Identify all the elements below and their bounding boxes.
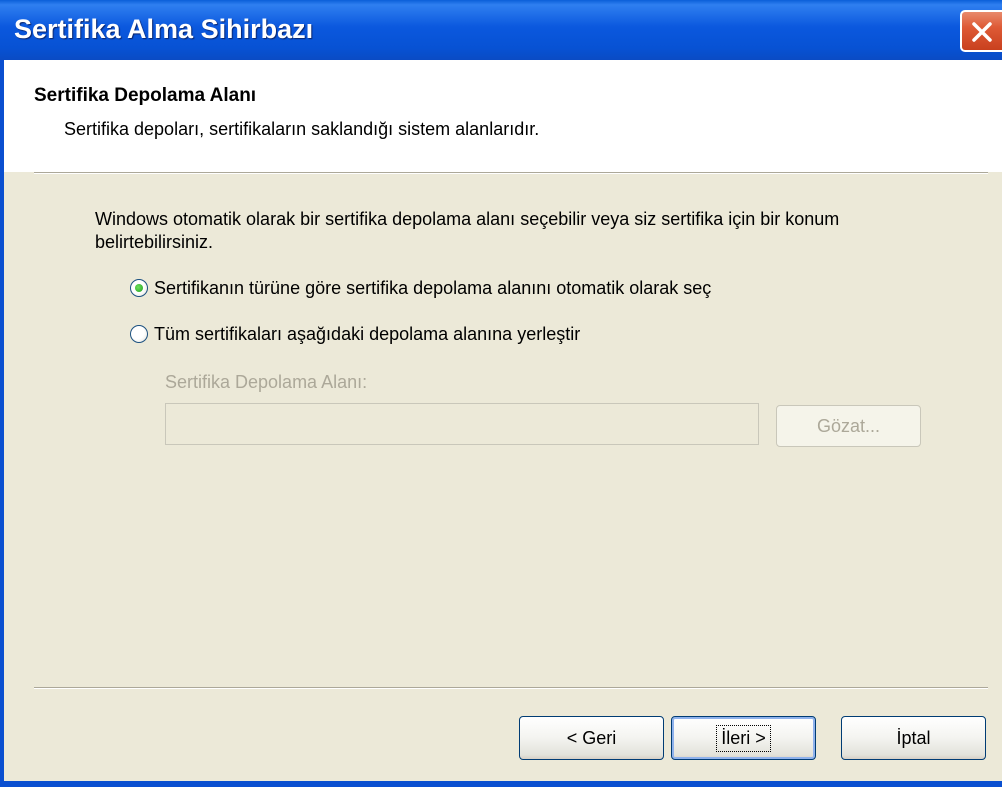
title-bar[interactable]: Sertifika Alma Sihirbazı bbox=[0, 0, 1002, 60]
radio-auto-select-label[interactable]: Sertifikanın türüne göre sertifika depol… bbox=[154, 278, 711, 299]
radio-button-selected[interactable] bbox=[130, 279, 148, 297]
browse-button-label: Gözat... bbox=[816, 415, 881, 436]
certificate-import-wizard-window: Sertifika Alma Sihirbazı Sertifika Depol… bbox=[0, 0, 1002, 787]
radio-manual-store-label[interactable]: Tüm sertifikaları aşağıdaki depolama ala… bbox=[154, 324, 580, 345]
radio-button-unselected[interactable] bbox=[130, 325, 148, 343]
radio-manual-store[interactable]: Tüm sertifikaları aşağıdaki depolama ala… bbox=[130, 322, 580, 346]
window-title: Sertifika Alma Sihirbazı bbox=[14, 14, 314, 44]
close-button[interactable] bbox=[960, 10, 1002, 52]
cancel-button-label: İptal bbox=[896, 727, 931, 748]
cancel-button[interactable]: İptal bbox=[841, 716, 986, 760]
back-button-label: < Geri bbox=[566, 727, 617, 748]
page-description: Sertifika depoları, sertifikaların sakla… bbox=[64, 119, 540, 139]
window-frame-bottom bbox=[0, 781, 1002, 787]
browse-button[interactable]: Gözat... bbox=[776, 405, 921, 447]
wizard-header: Sertifika Depolama Alanı Sertifika depol… bbox=[4, 60, 1002, 172]
footer-divider bbox=[34, 687, 988, 689]
header-divider bbox=[34, 172, 988, 174]
intro-text: Windows otomatik olarak bir sertifika de… bbox=[95, 209, 840, 252]
store-input[interactable] bbox=[165, 403, 759, 445]
next-button-label: İleri > bbox=[716, 724, 771, 752]
back-button[interactable]: < Geri bbox=[519, 716, 664, 760]
next-button[interactable]: İleri > bbox=[671, 716, 816, 760]
close-icon bbox=[972, 22, 992, 42]
store-field-label: Sertifika Depolama Alanı: bbox=[165, 372, 368, 392]
page-title: Sertifika Depolama Alanı bbox=[34, 85, 257, 106]
radio-auto-select[interactable]: Sertifikanın türüne göre sertifika depol… bbox=[130, 276, 711, 300]
